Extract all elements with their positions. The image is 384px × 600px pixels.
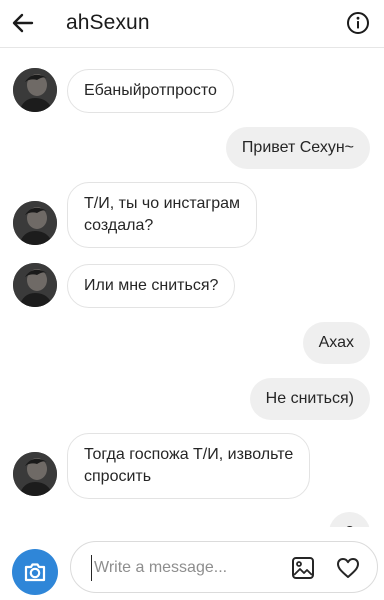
message-bubble-incoming[interactable]: Т/И, ты чо инстаграм создала?	[67, 182, 258, 248]
message-bubble-incoming[interactable]: Или мне сниться?	[67, 264, 236, 308]
info-circle-icon	[347, 12, 369, 34]
like-button[interactable]	[335, 555, 361, 581]
message-input-box[interactable]	[70, 541, 378, 593]
message-bubble-outgoing[interactable]: Привет Сехун~	[225, 127, 370, 169]
chat-title[interactable]: ahSexun	[66, 11, 150, 35]
avatar[interactable]	[13, 452, 57, 496]
profile-photo	[13, 68, 57, 112]
message-bubble-outgoing[interactable]: Не сниться)	[249, 378, 370, 420]
message-text-line: создала?	[84, 217, 154, 234]
gallery-button[interactable]	[290, 555, 316, 581]
message-text: Или мне сниться?	[84, 277, 219, 294]
heart-icon	[337, 558, 359, 578]
camera-button[interactable]	[12, 549, 58, 595]
profile-photo	[13, 201, 57, 245]
info-button[interactable]	[346, 11, 370, 35]
message-text: Не сниться)	[265, 390, 354, 407]
avatar[interactable]	[13, 68, 57, 112]
message-bubble-incoming[interactable]: Ебаныйротпросто	[67, 69, 234, 113]
message-bubble-incoming[interactable]: Тогда госпожа Т/И, извольте спросить	[67, 433, 311, 499]
message-text: Ебаныйротпросто	[84, 82, 217, 99]
message-text-line: Т/И, ты чо инстаграм	[84, 195, 241, 212]
back-button[interactable]	[6, 6, 40, 40]
message-text-line: Тогда госпожа Т/И, извольте	[84, 446, 294, 463]
arrow-left-icon	[12, 13, 34, 33]
avatar[interactable]	[13, 263, 57, 307]
message-thread[interactable]: Ебаныйротпросто Привет Сехун~ Т/И, ты чо…	[0, 49, 384, 527]
gallery-icon	[292, 557, 314, 579]
avatar[interactable]	[13, 201, 57, 245]
profile-photo	[13, 263, 57, 307]
message-bubble-outgoing[interactable]: ?	[329, 512, 370, 527]
profile-photo	[13, 452, 57, 496]
message-text-line: спросить	[84, 468, 152, 485]
camera-icon	[24, 563, 46, 582]
chat-header: ahSexun	[0, 0, 384, 48]
message-composer	[0, 527, 384, 600]
message-bubble-outgoing[interactable]: Ахах	[302, 322, 370, 364]
message-input[interactable]	[91, 555, 281, 581]
message-text: Привет Сехун~	[241, 139, 354, 156]
message-text: Ахах	[318, 334, 354, 351]
